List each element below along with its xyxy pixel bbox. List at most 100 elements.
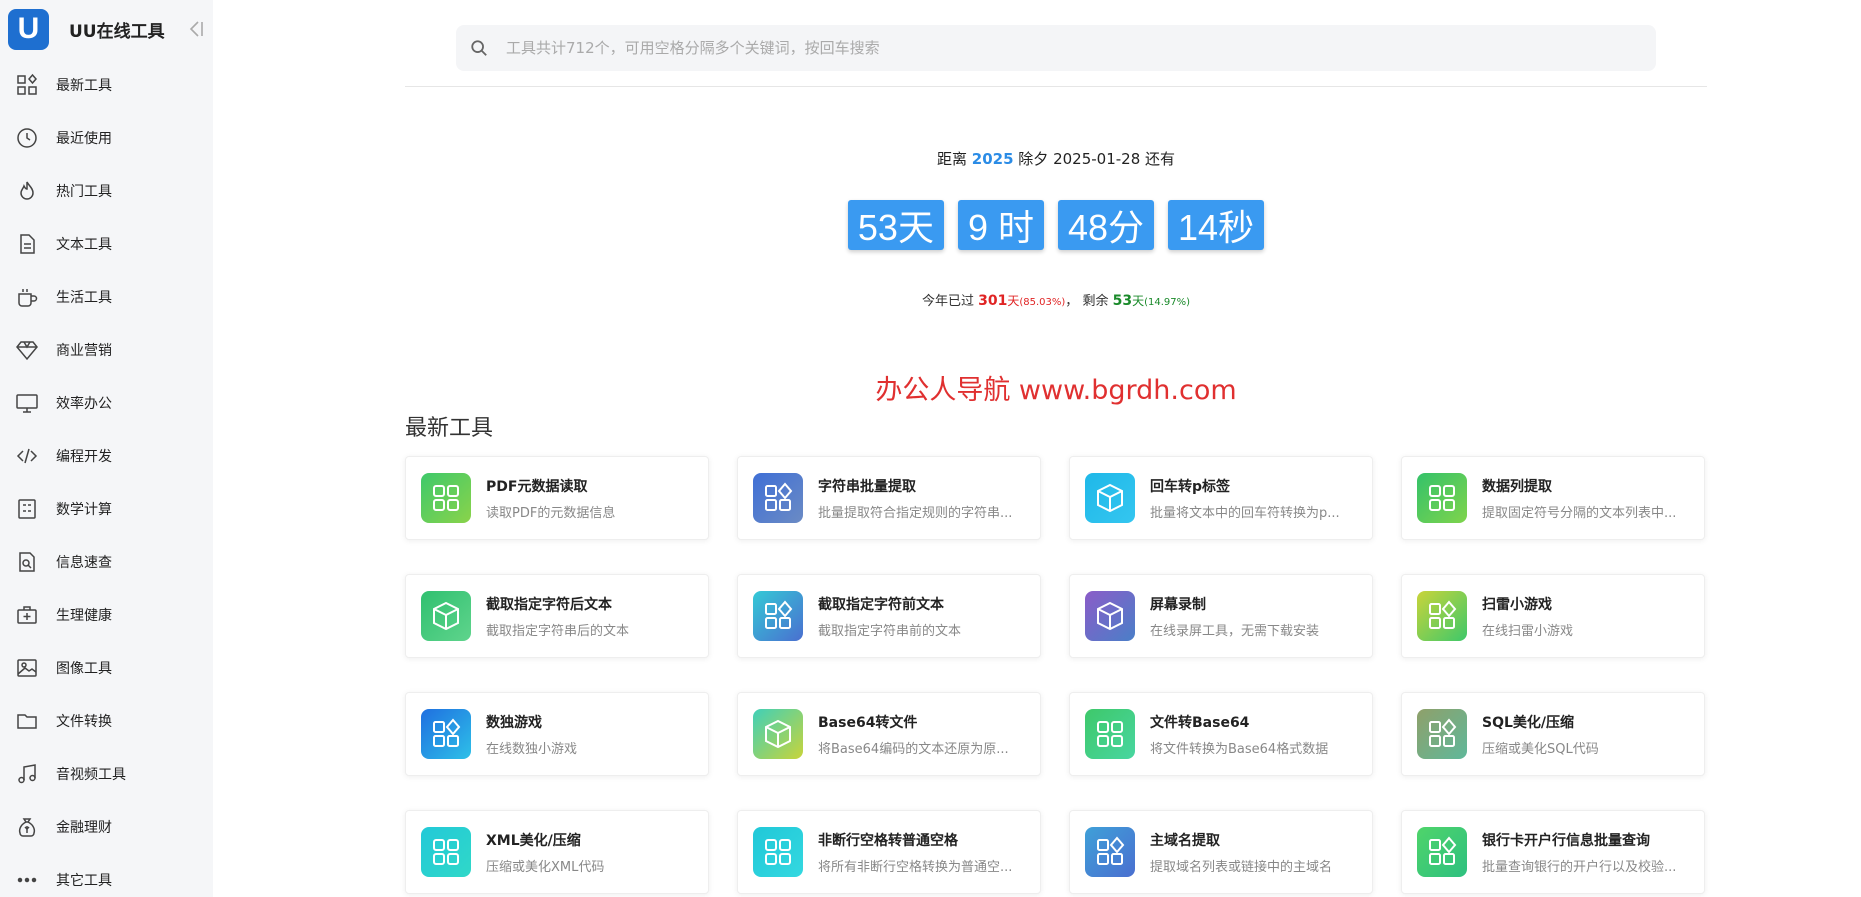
tool-card[interactable]: Base64转文件将Base64编码的文本还原为原... xyxy=(737,692,1041,776)
passed-pct: (85.03%) xyxy=(1019,297,1066,308)
sidebar-item-label: 热门工具 xyxy=(56,183,112,200)
search-input[interactable] xyxy=(504,38,1608,58)
countdown-hours: 9 时 xyxy=(957,200,1044,250)
passed-unit: 天 xyxy=(1007,294,1020,308)
tool-card[interactable]: 非断行空格转普通空格将所有非断行空格转换为普通空... xyxy=(737,810,1041,894)
remain-unit: 天 xyxy=(1132,294,1145,308)
sidebar-item-label: 最新工具 xyxy=(56,77,112,94)
search-bar[interactable] xyxy=(456,25,1656,71)
apps-icon xyxy=(1085,709,1135,759)
sidebar-item[interactable]: 效率办公 xyxy=(0,376,213,429)
tool-card[interactable]: 数独游戏在线数独小游戏 xyxy=(405,692,709,776)
tool-description: 在线录屏工具，无需下载安装 xyxy=(1150,623,1320,639)
sidebar-item[interactable]: 金融理财 xyxy=(0,800,213,853)
tool-title: 数独游戏 xyxy=(486,714,542,731)
sidebar-item-label: 音视频工具 xyxy=(56,766,126,783)
sidebar-item-label: 金融理财 xyxy=(56,819,112,836)
tool-title: Base64转文件 xyxy=(818,714,918,731)
sidebar-item[interactable]: 生理健康 xyxy=(0,588,213,641)
tool-description: 截取指定字符串前的文本 xyxy=(818,623,962,639)
tool-title: PDF元数据读取 xyxy=(486,478,588,495)
tool-title: 非断行空格转普通空格 xyxy=(818,832,958,849)
sidebar-item-label: 生理健康 xyxy=(56,607,112,624)
tool-description: 提取固定符号分隔的文本列表中... xyxy=(1482,505,1677,521)
sidebar-item[interactable]: 最近使用 xyxy=(0,111,213,164)
sidebar-item[interactable]: 信息速查 xyxy=(0,535,213,588)
tool-card-text: XML美化/压缩 压缩或美化XML代码 xyxy=(486,830,706,875)
calculator-icon xyxy=(14,496,40,522)
tool-card[interactable]: 银行卡开户行信息批量查询 批量查询银行的开户行以及校验... xyxy=(1401,810,1705,894)
sidebar-item[interactable]: 音视频工具 xyxy=(0,747,213,800)
tool-description: 将所有非断行空格转换为普通空... xyxy=(818,859,1013,875)
collapse-sidebar-icon[interactable] xyxy=(188,20,204,38)
sidebar-item[interactable]: 其它工具 xyxy=(0,853,213,897)
tool-description: 截取指定字符串后的文本 xyxy=(486,623,630,639)
tool-description: 压缩或美化XML代码 xyxy=(486,859,605,875)
apps-diamond-icon xyxy=(1417,591,1467,641)
app-title[interactable]: UU在线工具 xyxy=(69,17,165,42)
countdown-row: 53天 9 时 48分 14秒 xyxy=(0,200,1861,250)
tool-card[interactable]: XML美化/压缩 压缩或美化XML代码 xyxy=(405,810,709,894)
tool-card-text: 回车转p标签 批量将文本中的回车符转换为p... xyxy=(1150,476,1370,521)
tool-card-text: 主域名提取提取域名列表或链接中的主域名 xyxy=(1150,830,1370,875)
tool-grid: PDF元数据读取 读取PDF的元数据信息 字符串批量提取 批量提取符合指定规则的字符串… xyxy=(405,456,1707,894)
year-progress: 今年已过 301天(85.03%)， 剩余 53天(14.97%) xyxy=(405,290,1707,309)
tool-description: 压缩或美化SQL代码 xyxy=(1482,741,1599,757)
image-icon xyxy=(14,655,40,681)
tool-title: 截取指定字符后文本 xyxy=(486,596,612,613)
apps-diamond-icon xyxy=(421,709,471,759)
tool-title: SQL美化/压缩 xyxy=(1482,714,1575,731)
tool-card[interactable]: 文件转Base64 将文件转换为Base64格式数据 xyxy=(1069,692,1373,776)
tool-card[interactable]: 主域名提取提取域名列表或链接中的主域名 xyxy=(1069,810,1373,894)
tool-card[interactable]: 字符串批量提取批量提取符合指定规则的字符串... xyxy=(737,456,1041,540)
tool-description: 提取域名列表或链接中的主域名 xyxy=(1150,859,1333,875)
sidebar-item[interactable]: 文件转换 xyxy=(0,694,213,747)
tool-card-text: 银行卡开户行信息批量查询 批量查询银行的开户行以及校验... xyxy=(1482,830,1702,875)
sidebar-item-label: 其它工具 xyxy=(56,872,112,889)
tool-card[interactable]: 数据列提取提取固定符号分隔的文本列表中... xyxy=(1401,456,1705,540)
countdown-prefix: 距离 xyxy=(936,150,967,168)
tool-card[interactable]: 回车转p标签 批量将文本中的回车符转换为p... xyxy=(1069,456,1373,540)
apps-icon xyxy=(1417,473,1467,523)
sidebar-item[interactable]: 最新工具 xyxy=(0,58,213,111)
apps-icon xyxy=(421,827,471,877)
tool-title: 字符串批量提取 xyxy=(818,478,916,495)
tool-title: 文件转Base64 xyxy=(1150,714,1250,731)
apps-icon xyxy=(421,473,471,523)
sidebar-item[interactable]: 编程开发 xyxy=(0,429,213,482)
sidebar-item[interactable]: 商业营销 xyxy=(0,323,213,376)
logo[interactable]: U xyxy=(8,8,49,50)
clock-icon xyxy=(14,125,40,151)
remain-pct: (14.97%) xyxy=(1144,297,1191,308)
sidebar-item[interactable]: 数学计算 xyxy=(0,482,213,535)
tool-card-text: Base64转文件将Base64编码的文本还原为原... xyxy=(818,712,1038,757)
stat-separator: ， xyxy=(1065,294,1079,309)
apps-icon xyxy=(753,827,803,877)
apps-diamond-icon xyxy=(1085,827,1135,877)
folder-icon xyxy=(14,708,40,734)
sidebar-item-label: 生活工具 xyxy=(56,289,112,306)
watermark-text: 办公人导航 www.bgrdh.com xyxy=(875,375,1237,406)
tool-description: 将文件转换为Base64格式数据 xyxy=(1150,741,1329,757)
tool-title: 数据列提取 xyxy=(1482,478,1552,495)
tool-description: 读取PDF的元数据信息 xyxy=(486,505,616,521)
logo-row: U UU在线工具 xyxy=(0,0,213,58)
tool-card[interactable]: 截取指定字符前文本 截取指定字符串前的文本 xyxy=(737,574,1041,658)
sidebar-item-label: 编程开发 xyxy=(56,448,112,465)
countdown-days: 53天 xyxy=(847,200,944,250)
tool-description: 批量提取符合指定规则的字符串... xyxy=(818,505,1013,521)
tool-card[interactable]: 屏幕录制 在线录屏工具，无需下载安装 xyxy=(1069,574,1373,658)
tool-card[interactable]: 扫雷小游戏 在线扫雷小游戏 xyxy=(1401,574,1705,658)
tool-card[interactable]: SQL美化/压缩压缩或美化SQL代码 xyxy=(1401,692,1705,776)
sidebar-item-label: 图像工具 xyxy=(56,660,112,677)
tool-description: 在线数独小游戏 xyxy=(486,741,578,757)
tool-card[interactable]: 截取指定字符后文本截取指定字符串后的文本 xyxy=(405,574,709,658)
sidebar-item[interactable]: 生活工具 xyxy=(0,270,213,323)
sidebar-item[interactable]: 图像工具 xyxy=(0,641,213,694)
remain-days: 53 xyxy=(1112,293,1133,309)
section-title: 最新工具 xyxy=(405,416,494,441)
tool-description: 将Base64编码的文本还原为原... xyxy=(818,741,1009,757)
tool-title: 主域名提取 xyxy=(1150,832,1220,849)
tool-card[interactable]: PDF元数据读取读取PDF的元数据信息 xyxy=(405,456,709,540)
tool-card-text: SQL美化/压缩压缩或美化SQL代码 xyxy=(1482,712,1702,757)
